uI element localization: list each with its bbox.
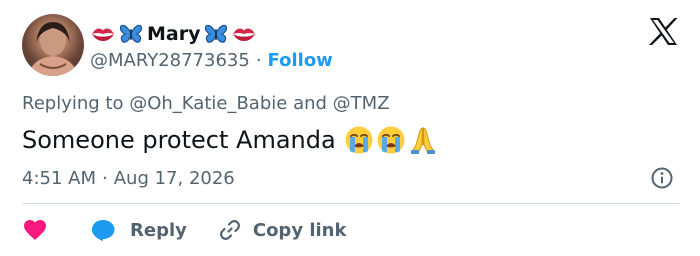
reply-button[interactable]: Reply	[90, 217, 187, 243]
reply-label: Reply	[130, 219, 187, 241]
avatar[interactable]	[22, 14, 84, 76]
tweet-body: Someone protect Amanda	[22, 126, 336, 154]
author-name-row[interactable]: Mary	[90, 21, 257, 47]
reply-conjunction: and	[293, 93, 327, 114]
copy-link-label: Copy link	[252, 219, 347, 241]
heart-icon	[22, 217, 48, 243]
tweet-time: 4:51 AM	[22, 167, 96, 189]
reply-mention-link[interactable]: @TMZ	[333, 93, 390, 114]
reply-context: Replying to @Oh_Katie_Babie and @TMZ	[22, 93, 390, 114]
copy-link-button[interactable]: Copy link	[217, 217, 347, 243]
author-handle-row: @MARY28773635 · Follow	[90, 48, 333, 72]
divider	[22, 203, 680, 204]
link-icon	[217, 217, 243, 243]
separator-dot: ·	[255, 49, 262, 71]
reply-mention-link[interactable]: @Oh_Katie_Babie	[129, 93, 287, 114]
tweet-timestamp[interactable]: 4:51 AM · Aug 17, 2026	[22, 165, 235, 191]
reply-bubble-icon	[90, 217, 116, 243]
separator-dot: ·	[102, 167, 108, 189]
loudly-crying-face-icon	[344, 125, 374, 155]
kiss-mark-icon	[231, 23, 257, 45]
like-button[interactable]	[22, 217, 48, 243]
action-bar: Reply Copy link	[22, 216, 346, 244]
x-logo-icon[interactable]	[649, 18, 678, 45]
tweet-text: Someone protect Amanda	[22, 122, 438, 158]
follow-button[interactable]: Follow	[268, 50, 333, 71]
avatar-image	[28, 22, 78, 76]
butterfly-icon	[118, 23, 144, 45]
author-display-name[interactable]: Mary	[147, 23, 200, 45]
author-handle[interactable]: @MARY28773635	[90, 50, 250, 71]
tweet-emojis	[344, 125, 438, 155]
butterfly-icon	[203, 23, 229, 45]
loudly-crying-face-icon	[376, 125, 406, 155]
tweet-date: Aug 17, 2026	[113, 167, 235, 189]
folded-hands-icon	[408, 125, 438, 155]
reply-prefix: Replying to	[22, 93, 124, 114]
info-icon[interactable]	[650, 166, 674, 190]
kiss-mark-icon	[90, 23, 116, 45]
